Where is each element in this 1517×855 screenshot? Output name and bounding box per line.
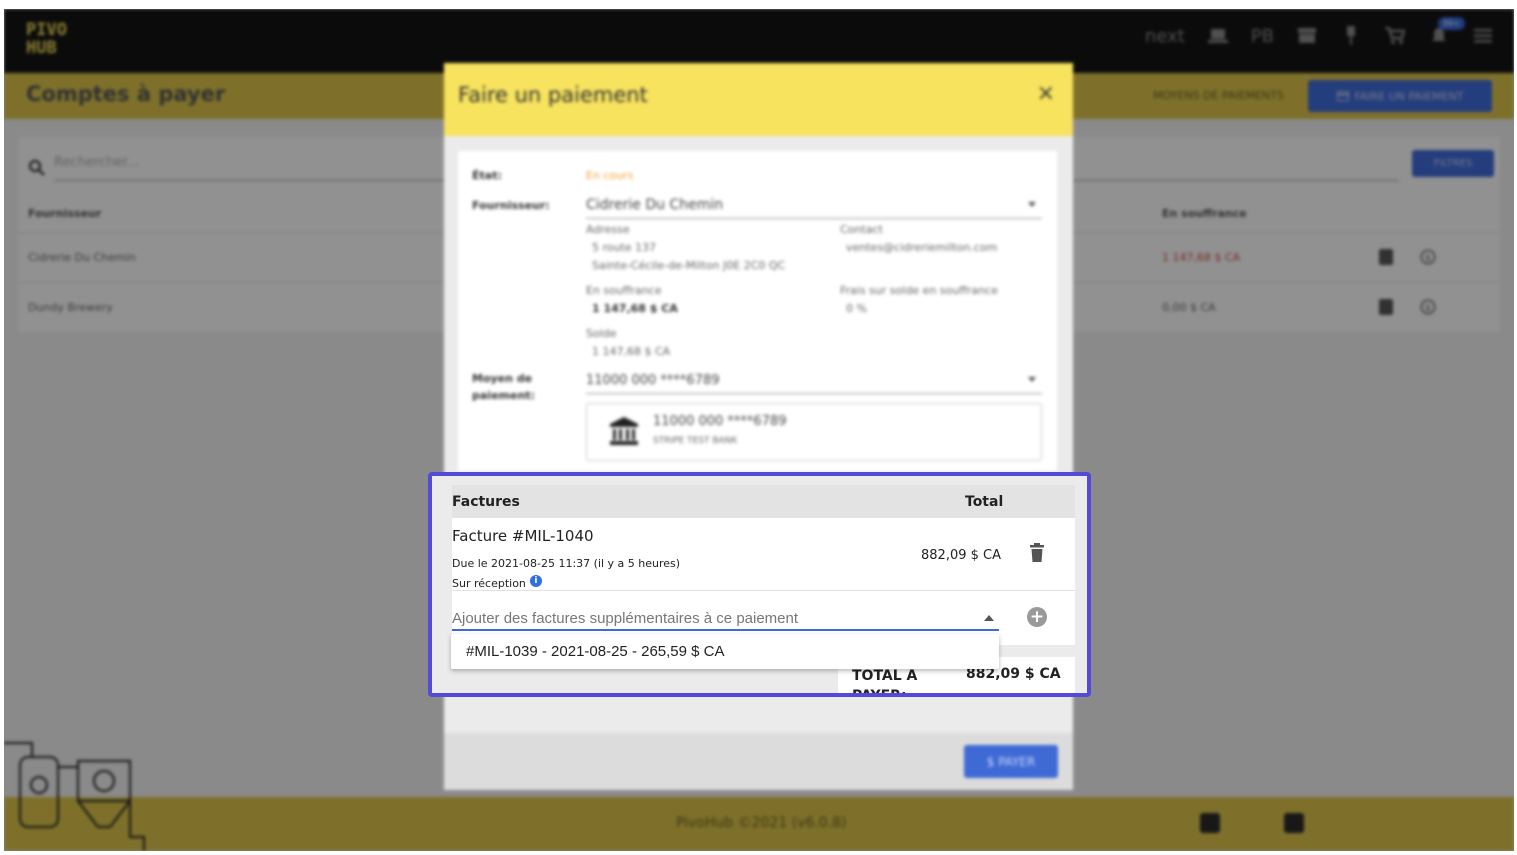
header-invoices: Factures	[452, 494, 520, 510]
chevron-down-icon[interactable]	[1028, 202, 1036, 208]
invoice-row: Facture #MIL-1040 Due le 2021-08-25 11:3…	[452, 518, 1075, 591]
pay-button[interactable]: $ PAYER	[964, 745, 1058, 778]
bank-account-card: 11000 000 ****6789 STRIPE TEST BANK	[586, 403, 1042, 461]
payment-details-card: État: En cours Fournisseur: Cidrerie Du …	[458, 151, 1057, 471]
supplier-label: Fournisseur:	[472, 199, 550, 212]
dropdown-option-invoice[interactable]: #MIL-1039 - 2021-08-25 - 265,59 $ CA	[466, 643, 725, 660]
header-total: Total	[965, 494, 1004, 510]
address-line1: 5 route 137	[592, 241, 657, 254]
overdue-label: En souffrance	[586, 284, 662, 297]
contact-email: ventes@cidreriemilton.com	[846, 241, 998, 254]
chevron-down-icon[interactable]	[1028, 377, 1036, 383]
supplier-select-underline	[586, 218, 1042, 219]
payment-method-underline	[586, 393, 1042, 394]
bank-account-number: 11000 000 ****6789	[653, 414, 787, 429]
supplier-select[interactable]: Cidrerie Du Chemin	[586, 197, 723, 213]
invoice-title: Facture #MIL-1040	[452, 527, 594, 545]
payment-method-select[interactable]: 11000 000 ****6789	[586, 373, 720, 388]
bank-name: STRIPE TEST BANK	[653, 436, 738, 446]
close-icon[interactable]: ×	[1037, 81, 1055, 106]
payment-method-label: Moyen de paiement:	[472, 372, 535, 402]
bank-icon	[610, 417, 638, 445]
invoice-amount: 882,09 $ CA	[921, 548, 1001, 563]
add-circle-icon[interactable]: +	[1027, 607, 1047, 627]
fee-label: Frais sur solde en souffrance	[840, 284, 998, 297]
invoice-terms-text: Sur réception	[452, 577, 526, 590]
add-invoice-input[interactable]	[452, 607, 999, 631]
trash-icon[interactable]	[1029, 543, 1045, 563]
fee-value: 0 %	[846, 302, 867, 315]
overdue-value: 1 147,68 $ CA	[592, 302, 678, 315]
contact-label: Contact	[840, 223, 883, 236]
status-badge: En cours	[586, 169, 634, 182]
address-line2: Sainte-Cécile-de-Milton J0E 2C0 QC	[592, 259, 786, 272]
balance-label: Solde	[586, 327, 617, 340]
invoices-focus-panel: Factures Total Facture #MIL-1040 Due le …	[428, 472, 1091, 697]
invoice-due-date: Due le 2021-08-25 11:37 (il y a 5 heures…	[452, 557, 681, 570]
info-icon[interactable]: i	[529, 574, 542, 587]
invoice-dropdown-menu: #MIL-1039 - 2021-08-25 - 265,59 $ CA	[451, 634, 999, 669]
app-window: PIVO HUB next PB 99+ Comptes à payer MOY…	[4, 9, 1514, 851]
invoices-table-header: Factures Total	[452, 485, 1075, 518]
dialog-actions: $ PAYER	[444, 733, 1073, 790]
total-label: TOTAL À PAYER:	[852, 668, 918, 697]
balance-value: 1 147,68 $ CA	[592, 345, 671, 358]
dialog-header: Faire un paiement ×	[444, 63, 1073, 136]
status-label: État:	[472, 169, 502, 182]
invoices-table: Factures Total Facture #MIL-1040 Due le …	[452, 485, 1075, 645]
dialog-title: Faire un paiement	[458, 83, 648, 107]
invoice-terms: Sur réception i	[452, 574, 542, 590]
chevron-up-icon[interactable]	[984, 615, 994, 621]
address-label: Adresse	[586, 223, 630, 236]
